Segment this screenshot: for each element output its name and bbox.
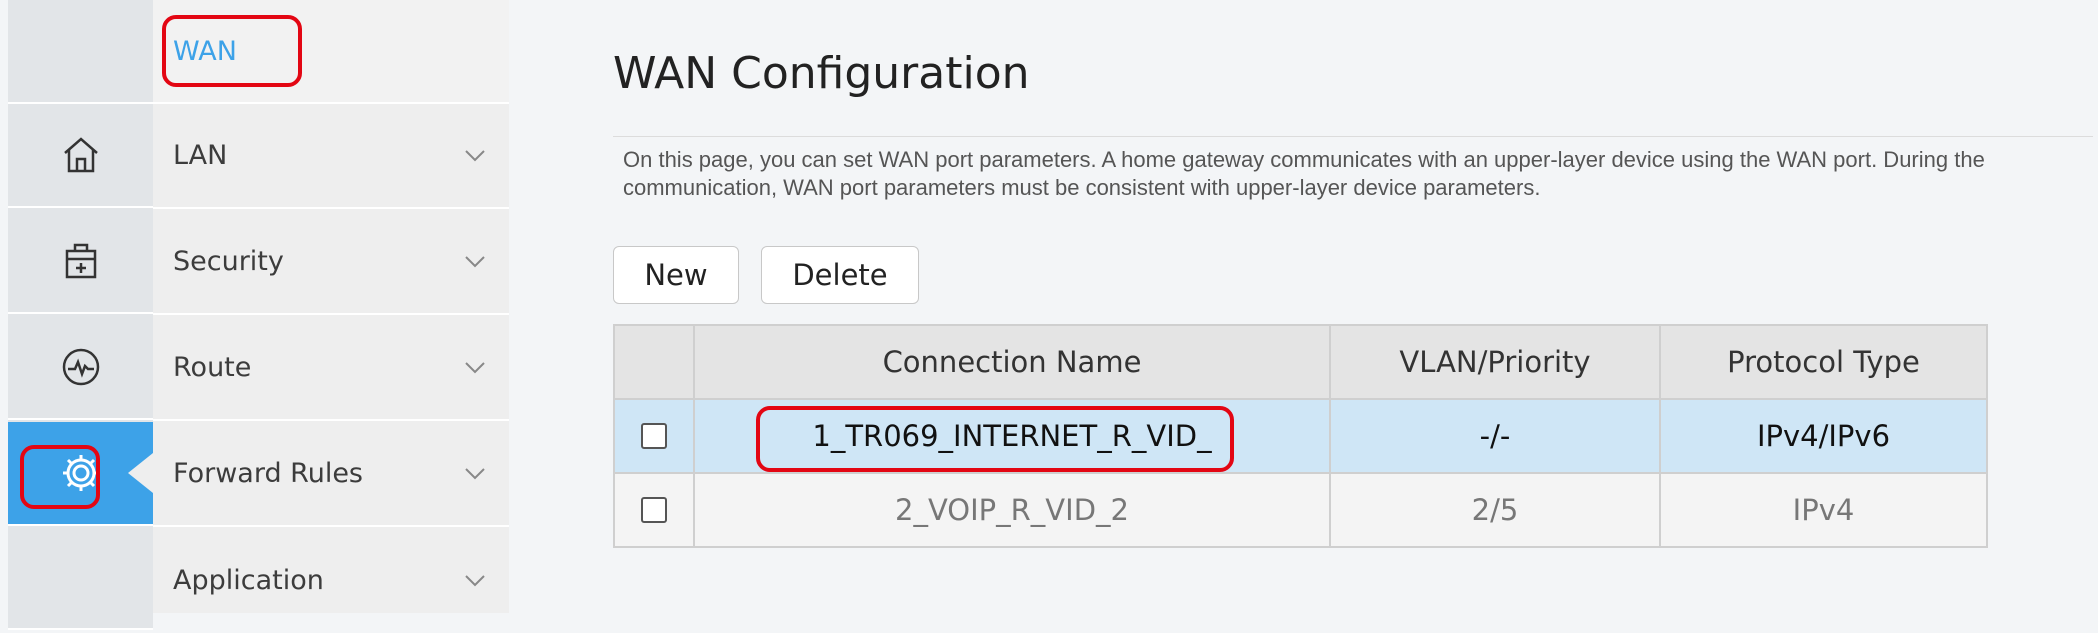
home-icon [63,137,98,173]
gear-icon [62,455,99,491]
row-checkbox[interactable] [641,423,667,449]
menu-item-security[interactable]: Security [153,210,509,315]
rail-home[interactable] [8,104,153,208]
menu-item-label: Route [173,352,252,383]
wan-connections-table: Connection Name VLAN/Priority Protocol T… [613,324,1988,548]
main-content: WAN Configuration On this page, you can … [509,0,2098,613]
menu-item-label: Application [173,565,324,596]
chevron-down-icon [465,255,485,267]
protocol-type-cell: IPv4/IPv6 [1756,419,1891,453]
chevron-down-icon [465,467,485,479]
row-select-cell [615,474,695,546]
header-connection-name: Connection Name [695,326,1331,398]
connection-name-cell[interactable]: 1_TR069_INTERNET_R_VID_ [695,400,1331,472]
toolbox-icon [65,243,96,279]
title-divider [613,136,2093,137]
menu-item-application[interactable]: Application [153,528,509,633]
table-row[interactable]: 1_TR069_INTERNET_R_VID_ -/- IPv4/IPv6 [615,400,1986,474]
icon-rail [8,0,153,630]
rail-bottom-spacer [8,526,153,630]
menu-item-label: Security [173,246,284,277]
chevron-down-icon [465,361,485,373]
connection-name-cell[interactable]: 2_VOIP_R_VID_2 [695,474,1331,546]
menu-item-label: LAN [173,140,228,171]
chevron-down-icon [465,149,485,161]
active-pointer-arrow [128,453,153,493]
header-select-cell [615,326,695,398]
delete-button[interactable]: Delete [761,246,919,304]
chevron-down-icon [465,574,485,586]
menu-item-label: Forward Rules [173,458,364,489]
side-menu: WAN LAN Security Route Forward Rules App… [153,0,509,613]
page-description: On this page, you can set WAN port param… [623,147,1985,200]
table-header-row: Connection Name VLAN/Priority Protocol T… [615,326,1986,400]
row-checkbox[interactable] [641,497,667,523]
vlan-priority-cell: 2/5 [1331,474,1661,546]
rail-monitor[interactable] [8,316,153,420]
header-vlan-priority: VLAN/Priority [1331,326,1661,398]
protocol-type-cell: IPv4 [1792,493,1855,527]
rail-toolbox[interactable] [8,210,153,314]
row-select-cell [615,400,695,472]
monitor-heartbeat-icon [62,348,99,386]
vlan-priority-cell: -/- [1331,400,1661,472]
menu-item-label: WAN [173,35,237,67]
new-button[interactable]: New [613,246,739,304]
menu-item-route[interactable]: Route [153,316,509,421]
menu-item-wan[interactable]: WAN [153,0,509,104]
rail-top-spacer [8,0,153,104]
table-row[interactable]: 2_VOIP_R_VID_2 2/5 IPv4 [615,474,1986,546]
menu-item-lan[interactable]: LAN [153,104,509,209]
menu-item-forward-rules[interactable]: Forward Rules [153,422,509,527]
page-title: WAN Configuration [613,48,1030,99]
header-protocol-type: Protocol Type [1727,345,1920,379]
